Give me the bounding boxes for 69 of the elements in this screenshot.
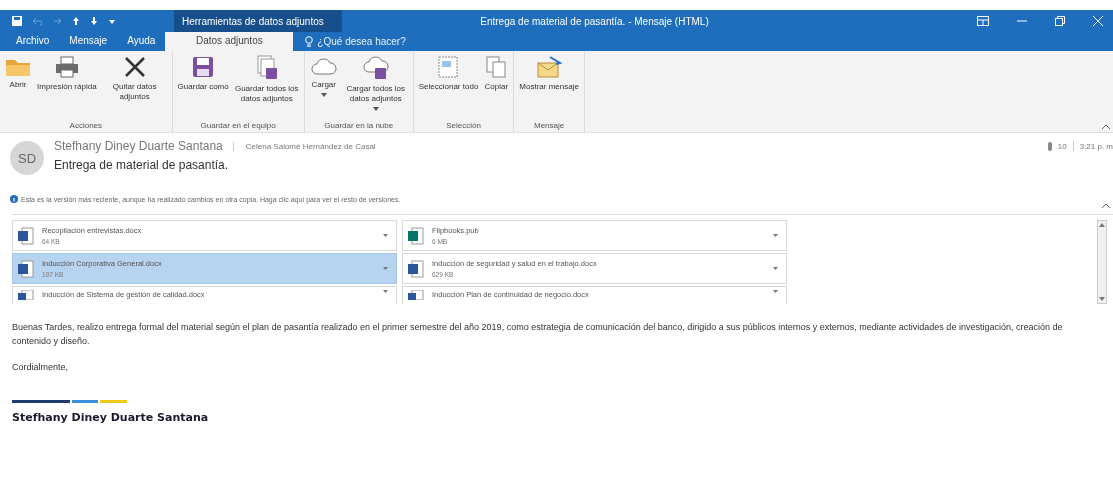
dropdown-icon	[773, 234, 778, 237]
publisher-file-icon	[408, 226, 424, 245]
attachment-icon	[1047, 141, 1052, 151]
cloud-icon	[309, 55, 338, 77]
maximize-icon[interactable]	[1055, 16, 1065, 26]
ribbon-button[interactable]: Seleccionar todo	[416, 55, 481, 92]
up-arrow-icon	[72, 16, 80, 26]
dropdown-icon	[383, 267, 388, 270]
dropdown-icon	[773, 267, 778, 270]
group-label: Guardar en el equipo	[199, 120, 277, 132]
close-icon[interactable]	[1093, 16, 1103, 26]
message-subject: Entrega de material de pasantía.	[54, 158, 230, 172]
avatar: SD	[10, 141, 44, 175]
ribbon-button[interactable]: Guardar como	[175, 55, 231, 92]
signature-name: Stefhany Diney Duarte Santana	[12, 411, 210, 425]
ribbon-button[interactable]: Mostrar mensaje	[517, 55, 581, 92]
group-label: Guardar en la nube	[323, 120, 395, 132]
redo-icon	[52, 16, 62, 26]
ribbon-display-icon[interactable]	[977, 16, 989, 26]
ribbon-button[interactable]: Copiar	[482, 55, 511, 92]
dropdown-icon	[383, 234, 388, 237]
recipient-name[interactable]: Celena Salomé Hernández de Casal	[232, 141, 376, 151]
ribbon-tab[interactable]: Mensaje	[59, 32, 118, 51]
word-file-icon	[18, 226, 34, 245]
contextual-tab-group: Herramientas de datos adjuntos	[174, 10, 342, 32]
collapse-icon[interactable]	[1102, 124, 1110, 129]
ribbon-button[interactable]: Impresión rápida	[35, 55, 99, 92]
word-file-icon	[408, 259, 424, 278]
attachment-count: 10	[1057, 141, 1067, 151]
ribbon-tab[interactable]: Archivo	[6, 32, 60, 51]
scroll-up-icon	[1099, 223, 1105, 227]
ribbon-button[interactable]: Abrir	[3, 55, 33, 90]
save-icon	[191, 55, 216, 79]
cloud-icon	[361, 55, 390, 81]
ribbon-tab[interactable]: Datos adjuntos	[165, 32, 294, 51]
save-icon	[12, 16, 22, 26]
closing-text: Cordialmente,	[12, 361, 70, 374]
scrollbar[interactable]	[1097, 220, 1107, 304]
collapse-icon	[1102, 203, 1110, 208]
window-title: Entrega de material de pasantía. - Mensaje (HTML)	[479, 15, 710, 27]
down-arrow-icon	[90, 16, 98, 26]
group-label: Acciones	[68, 120, 104, 132]
ribbon-button[interactable]: Guardar todos los datos adjuntos	[232, 55, 301, 104]
ribbon-button[interactable]: Cargar todos los datos adjuntos	[341, 55, 410, 111]
select-all-icon	[436, 55, 461, 79]
envelope-icon	[536, 55, 563, 79]
tell-me-field[interactable]: ¿Qué desea hacer?	[317, 36, 406, 47]
document-icon	[408, 290, 424, 300]
documents-icon	[254, 55, 279, 81]
sender-name[interactable]: Stefhany Diney Duarte Santana	[54, 139, 223, 153]
info-icon	[10, 195, 18, 203]
group-label: Mensaje	[533, 120, 566, 132]
ribbon-button[interactable]: Cargar	[307, 55, 340, 97]
ribbon-button[interactable]: Quitar datos adjuntos	[100, 55, 169, 102]
dropdown-icon	[773, 290, 778, 293]
message-paragraph: Buenas Tardes, realizo entrega formal del material según el plan de pasantía realizado en el primer semestre del año 2019, como estrategia de comunicación del banco, dirigido a sus públicos internos y externos, mediante actividades de investigación, creación de contenido y diseño.	[12, 321, 1064, 348]
copy-icon	[484, 55, 509, 79]
message-time: 3:21 p. m	[1079, 141, 1113, 151]
dropdown-icon	[383, 290, 388, 293]
signature-line-icon	[12, 400, 127, 403]
close-icon	[122, 55, 147, 79]
document-icon	[18, 290, 34, 300]
word-file-icon	[18, 259, 34, 278]
undo-icon	[32, 16, 42, 26]
printer-icon	[53, 55, 80, 79]
scroll-down-icon	[1099, 297, 1105, 301]
group-label: Selección	[445, 120, 482, 132]
ribbon-tab[interactable]: Ayuda	[117, 32, 166, 51]
lightbulb-icon	[305, 36, 314, 47]
